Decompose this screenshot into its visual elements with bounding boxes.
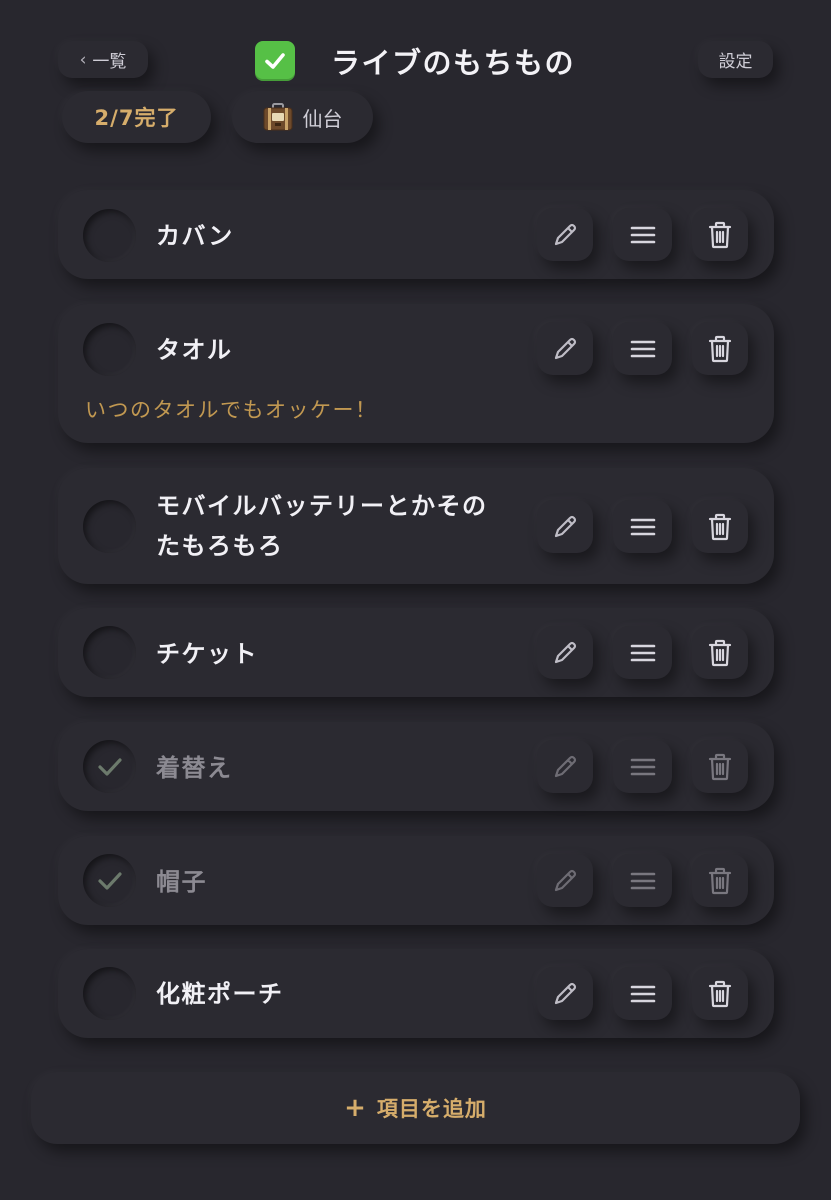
- checkbox[interactable]: [83, 854, 136, 907]
- checklist-screen: ‹ 一覧 ライブのもちもの 設定 2/7完了 仙台 カバン タオル いつのタオル…: [0, 0, 831, 1200]
- checkbox[interactable]: [83, 500, 136, 553]
- item-name: 帽子: [156, 868, 207, 896]
- trash-icon: [708, 867, 732, 894]
- reorder-handle[interactable]: [613, 740, 672, 793]
- edit-button[interactable]: [537, 322, 593, 375]
- title-area: ライブのもちもの: [255, 38, 575, 84]
- delete-button[interactable]: [692, 208, 748, 261]
- luggage-icon: [263, 103, 293, 131]
- checkbox[interactable]: [83, 967, 136, 1020]
- pencil-icon: [554, 982, 577, 1004]
- item-name: 化粧ポーチ: [156, 980, 284, 1008]
- item-note: いつのタオルでもオッケー！: [85, 398, 378, 422]
- checkbox[interactable]: [83, 323, 136, 376]
- check-icon: [97, 757, 122, 776]
- plus-icon: +: [344, 1093, 367, 1123]
- place-tag[interactable]: 仙台: [232, 91, 373, 143]
- drag-handle-icon: [630, 226, 655, 243]
- edit-button[interactable]: [537, 500, 593, 553]
- item-name: モバイルバッテリーとかそのたもろもろ: [156, 492, 488, 560]
- pencil-icon: [554, 515, 577, 537]
- progress-badge: 2/7完了: [62, 91, 211, 143]
- trash-icon: [708, 221, 732, 248]
- drag-handle-icon: [630, 758, 655, 775]
- list-item: モバイルバッテリーとかそのたもろもろ: [58, 468, 774, 584]
- reorder-handle[interactable]: [613, 322, 672, 375]
- back-button[interactable]: ‹ 一覧: [58, 41, 148, 78]
- reorder-handle[interactable]: [613, 626, 672, 679]
- place-label: 仙台: [302, 106, 343, 131]
- edit-button[interactable]: [537, 740, 593, 793]
- pencil-icon: [554, 641, 577, 663]
- add-item-button[interactable]: + 項目を追加: [31, 1072, 800, 1144]
- checkbox[interactable]: [83, 209, 136, 262]
- delete-button[interactable]: [692, 322, 748, 375]
- delete-button[interactable]: [692, 740, 748, 793]
- item-name: カバン: [156, 222, 234, 250]
- edit-button[interactable]: [537, 854, 593, 907]
- checkbox[interactable]: [83, 740, 136, 793]
- trash-icon: [708, 980, 732, 1007]
- trash-icon: [708, 335, 732, 362]
- settings-button[interactable]: 設定: [698, 41, 773, 78]
- item-name: 着替え: [156, 754, 233, 782]
- trash-icon: [708, 513, 732, 540]
- drag-handle-icon: [630, 872, 655, 889]
- reorder-handle[interactable]: [613, 967, 672, 1020]
- checkbox[interactable]: [83, 626, 136, 679]
- reorder-handle[interactable]: [613, 854, 672, 907]
- drag-handle-icon: [630, 985, 655, 1002]
- list-item: タオル いつのタオルでもオッケー！: [58, 304, 774, 443]
- check-mark-icon: [255, 41, 295, 81]
- list-item: チケット: [58, 608, 774, 697]
- edit-button[interactable]: [537, 208, 593, 261]
- page-title: ライブのもちもの: [331, 46, 576, 80]
- chevron-left-icon: ‹: [79, 49, 87, 70]
- drag-handle-icon: [630, 518, 655, 535]
- edit-button[interactable]: [537, 967, 593, 1020]
- check-icon: [97, 871, 122, 890]
- pencil-icon: [554, 337, 577, 359]
- list-item: カバン: [58, 190, 774, 279]
- delete-button[interactable]: [692, 854, 748, 907]
- list-item: 着替え: [58, 722, 774, 811]
- reorder-handle[interactable]: [613, 500, 672, 553]
- edit-button[interactable]: [537, 626, 593, 679]
- delete-button[interactable]: [692, 967, 748, 1020]
- list-item: 化粧ポーチ: [58, 949, 774, 1038]
- list-item: 帽子: [58, 836, 774, 925]
- pencil-icon: [554, 223, 577, 245]
- item-name: チケット: [156, 640, 258, 668]
- drag-handle-icon: [630, 644, 655, 661]
- delete-button[interactable]: [692, 626, 748, 679]
- drag-handle-icon: [630, 340, 655, 357]
- reorder-handle[interactable]: [613, 208, 672, 261]
- trash-icon: [708, 753, 732, 780]
- delete-button[interactable]: [692, 500, 748, 553]
- pencil-icon: [554, 755, 577, 777]
- trash-icon: [708, 639, 732, 666]
- pencil-icon: [554, 869, 577, 891]
- add-item-label: 項目を追加: [376, 1097, 487, 1121]
- back-label: 一覧: [92, 52, 127, 72]
- item-name: タオル: [156, 336, 233, 364]
